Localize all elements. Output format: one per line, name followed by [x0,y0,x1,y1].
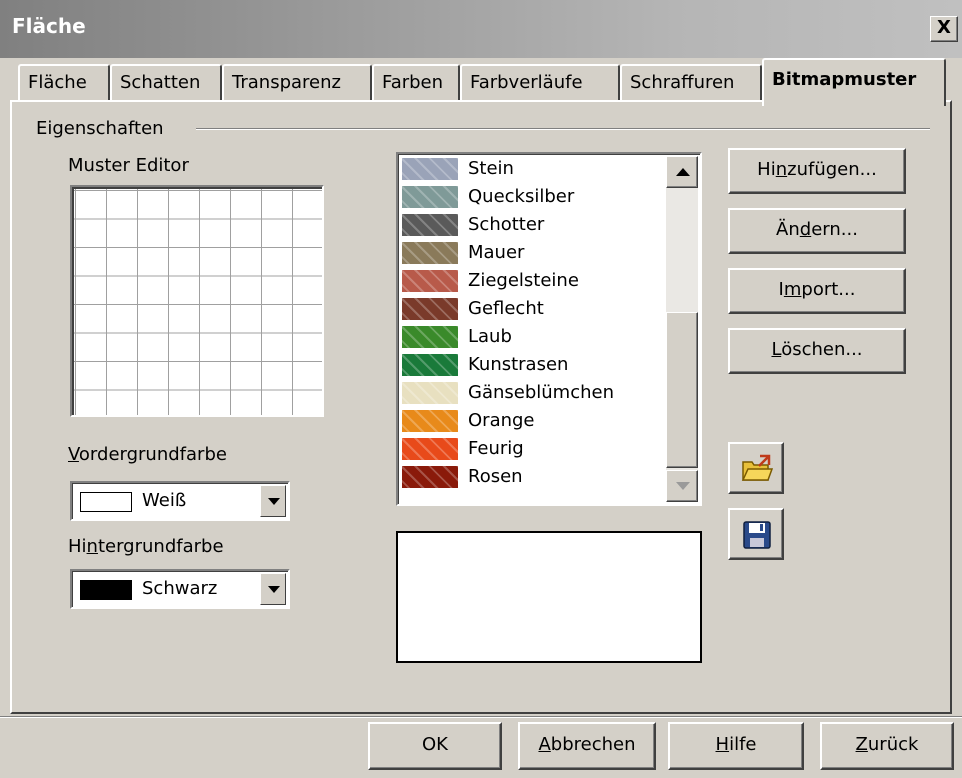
tab-label: Schatten [120,72,201,93]
tab-flaeche[interactable]: Fläche [18,64,110,102]
weave-texture-icon [402,298,458,320]
list-item[interactable]: Feurig [402,436,672,464]
fiery-texture-icon [402,438,458,460]
list-item[interactable]: Stein [402,156,672,184]
group-title-eigenschaften: Eigenschaften [36,118,164,139]
tab-label: Farbverläufe [470,72,583,93]
list-item[interactable]: Schotter [402,212,672,240]
list-item-label: Schotter [468,214,545,235]
list-item[interactable]: Kunstrasen [402,352,672,380]
background-color-value: Schwarz [142,578,218,599]
list-item-label: Gänseblümchen [468,382,614,403]
bitmap-preview [396,531,702,663]
list-item[interactable]: Laub [402,324,672,352]
save-disk-icon [743,521,771,549]
tab-farben[interactable]: Farben [372,64,460,102]
list-item-label: Feurig [468,438,524,459]
list-item[interactable]: Mauer [402,240,672,268]
bricks-texture-icon [402,270,458,292]
list-item[interactable]: Quecksilber [402,184,672,212]
pattern-editor-label: Muster Editor [68,155,189,176]
roses-texture-icon [402,466,458,488]
help-button[interactable]: Hilfe [668,722,804,770]
orange-texture-icon [402,410,458,432]
window-title: Fläche [12,14,86,38]
scroll-down-button[interactable] [666,470,698,502]
import-button[interactable]: Import... [728,268,906,314]
list-scrollbar[interactable] [666,156,698,502]
background-color-label: Hintergrundfarbe [68,536,224,557]
pattern-editor-grid[interactable] [70,185,324,417]
group-divider [196,128,930,130]
scroll-up-button[interactable] [666,156,698,188]
list-item-label: Quecksilber [468,186,575,207]
tab-bitmapmuster[interactable]: Bitmapmuster [762,58,946,106]
stone-texture-icon [402,158,458,180]
list-item[interactable]: Geflecht [402,296,672,324]
reset-button[interactable]: Zurück [820,722,954,770]
cancel-button[interactable]: Abbrechen [518,722,656,770]
list-item-label: Ziegelsteine [468,270,579,291]
delete-button[interactable]: Löschen... [728,328,906,374]
tab-label: Transparenz [232,72,341,93]
add-button[interactable]: Hinzufügen... [728,148,906,194]
list-item[interactable]: Ziegelsteine [402,268,672,296]
foreground-color-value: Weiß [142,490,187,511]
tab-label: Farben [382,72,444,93]
list-item-label: Laub [468,326,512,347]
list-item-label: Kunstrasen [468,354,569,375]
tab-schraffuren[interactable]: Schraffuren [620,64,762,102]
chevron-down-icon[interactable] [260,485,286,517]
save-button[interactable] [728,508,784,560]
footer-divider [0,716,962,718]
foreground-swatch [80,492,132,512]
foreground-color-select[interactable]: Weiß [70,481,290,521]
close-button[interactable]: X [930,16,958,42]
modify-button[interactable]: Ändern... [728,208,906,254]
wall-texture-icon [402,242,458,264]
foreground-color-label: Vordergrundfarbe [68,444,227,465]
bitmap-list[interactable]: Stein Quecksilber Schotter Mauer Ziegelstein… [396,152,702,506]
tab-transparenz[interactable]: Transparenz [222,64,372,102]
foliage-texture-icon [402,326,458,348]
close-icon: X [937,17,951,38]
mercury-texture-icon [402,186,458,208]
list-item[interactable]: Gänseblümchen [402,380,672,408]
tab-label: Fläche [28,72,87,93]
list-item-label: Stein [468,158,514,179]
tab-schatten[interactable]: Schatten [110,64,222,102]
tab-label: Schraffuren [630,72,735,93]
chevron-down-icon[interactable] [260,573,286,605]
list-item[interactable]: Rosen [402,464,672,492]
list-item-label: Mauer [468,242,525,263]
background-swatch [80,580,132,600]
tab-label: Bitmapmuster [772,69,917,90]
artificial-turf-texture-icon [402,354,458,376]
tab-farbverlaeufe[interactable]: Farbverläufe [460,64,620,102]
list-item[interactable]: Orange [402,408,672,436]
background-color-select[interactable]: Schwarz [70,569,290,609]
open-button[interactable] [728,442,784,494]
ok-button[interactable]: OK [368,722,502,770]
title-bar: Fläche X [0,0,962,58]
list-item-label: Geflecht [468,298,544,319]
open-folder-icon [741,454,774,481]
list-item-label: Orange [468,410,535,431]
gravel-texture-icon [402,214,458,236]
daisies-texture-icon [402,382,458,404]
scroll-thumb[interactable] [666,312,698,468]
list-item-label: Rosen [468,466,523,487]
